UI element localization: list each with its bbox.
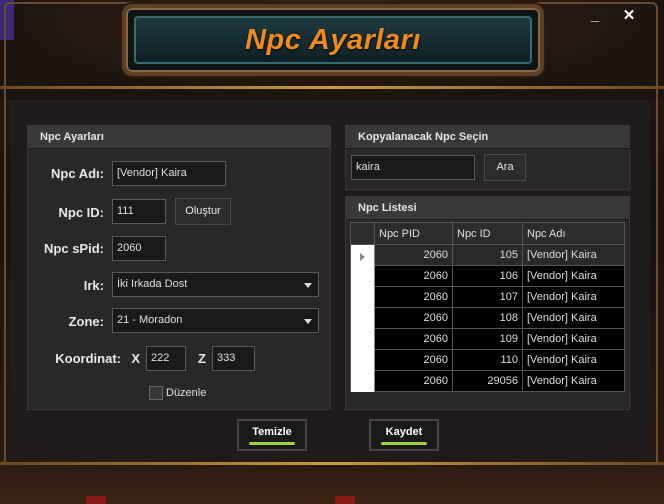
cell-name: [Vendor] Kaira: [527, 375, 597, 387]
npc-name-label: Npc Adı:: [51, 166, 104, 181]
race-label: Irk:: [83, 278, 104, 293]
close-button[interactable]: ✕: [620, 8, 638, 24]
create-button[interactable]: Oluştur: [175, 198, 231, 225]
clear-button-underline: [249, 442, 295, 445]
x-coordinate-field[interactable]: 222: [146, 346, 186, 371]
edit-checkbox[interactable]: [149, 386, 163, 400]
window-frame: Npc Ayarları _ ✕ Npc Ayarları Npc Adı: […: [0, 0, 664, 504]
zone-select[interactable]: 21 - Moradon: [112, 308, 319, 333]
coordinate-label: Koordinat:: [55, 351, 121, 366]
cell-pid: 2060: [375, 287, 453, 307]
x-label: X: [131, 351, 140, 366]
zone-select-value: 21 - Moradon: [117, 314, 183, 326]
row-header-column: [351, 245, 375, 392]
cell-id: 107: [453, 287, 523, 307]
title-plate: Npc Ayarları: [122, 4, 544, 76]
edit-checkbox-label: Düzenle: [166, 387, 207, 399]
cell-id: 110: [453, 350, 523, 370]
cell-id: 106: [453, 266, 523, 286]
cell-pid: 2060: [375, 371, 453, 391]
column-header-id[interactable]: Npc ID: [453, 223, 523, 245]
cell-name: [Vendor] Kaira: [527, 333, 597, 345]
z-coordinate-field[interactable]: 333: [212, 346, 255, 371]
table-row[interactable]: 2060 109 [Vendor] Kaira: [375, 329, 624, 350]
grid-corner: [351, 223, 375, 245]
cell-id: 109: [453, 329, 523, 349]
race-select-value: İki Irkada Dost: [117, 278, 188, 290]
cell-pid: 2060: [375, 329, 453, 349]
npc-id-field[interactable]: 111: [112, 199, 166, 224]
table-row[interactable]: 2060 107 [Vendor] Kaira: [375, 287, 624, 308]
table-row[interactable]: 2060 108 [Vendor] Kaira: [375, 308, 624, 329]
frame-bottom-red-accent: [335, 496, 355, 504]
window-title: Npc Ayarları: [245, 23, 421, 56]
npc-settings-group: Npc Ayarları Npc Adı: [Vendor] Kaira Npc…: [27, 125, 331, 410]
npc-name-field[interactable]: [Vendor] Kaira: [112, 161, 226, 186]
cell-name: [Vendor] Kaira: [527, 270, 597, 282]
npc-search-input[interactable]: kaira: [351, 155, 475, 180]
current-row-arrow-icon: [360, 253, 365, 261]
npc-list-header: Npc Listesi: [346, 197, 629, 220]
cell-name: [Vendor] Kaira: [527, 354, 597, 366]
chevron-down-icon: [304, 283, 312, 288]
npc-list-group: Npc Listesi Npc PID Npc ID Npc Adı 2060 …: [345, 196, 630, 410]
cell-name: [Vendor] Kaira: [527, 312, 597, 324]
npc-settings-header: Npc Ayarları: [28, 126, 330, 149]
cell-id: 29056: [453, 371, 523, 391]
frame-bottom-red-accent: [86, 496, 106, 504]
minimize-button[interactable]: _: [586, 8, 604, 24]
npc-id-label: Npc ID:: [58, 205, 105, 220]
cell-pid: 2060: [375, 266, 453, 286]
cell-name: [Vendor] Kaira: [527, 249, 597, 261]
cell-pid: 2060: [375, 245, 453, 265]
grid-header: Npc PID Npc ID Npc Adı: [351, 223, 624, 245]
cell-name: [Vendor] Kaira: [527, 291, 597, 303]
table-row[interactable]: 2060 29056 [Vendor] Kaira: [375, 371, 624, 392]
column-header-pid[interactable]: Npc PID: [375, 223, 453, 245]
table-row[interactable]: 2060 106 [Vendor] Kaira: [375, 266, 624, 287]
save-button-underline: [381, 442, 427, 445]
z-label: Z: [198, 351, 206, 366]
copy-npc-header: Kopyalanacak Npc Seçin: [346, 126, 629, 149]
table-row[interactable]: 2060 110 [Vendor] Kaira: [375, 350, 624, 371]
title-inner: Npc Ayarları: [134, 16, 532, 64]
search-button[interactable]: Ara: [484, 154, 526, 181]
cell-id: 108: [453, 308, 523, 328]
table-row[interactable]: 2060 105 [Vendor] Kaira: [375, 245, 624, 266]
column-header-name[interactable]: Npc Adı: [523, 223, 624, 245]
cell-pid: 2060: [375, 308, 453, 328]
cell-id: 105: [453, 245, 523, 265]
copy-npc-group: Kopyalanacak Npc Seçin kaira Ara: [345, 125, 630, 190]
frame-gold-trim: [0, 462, 664, 465]
chevron-down-icon: [304, 319, 312, 324]
cell-pid: 2060: [375, 350, 453, 370]
content-panel: Npc Ayarları Npc Adı: [Vendor] Kaira Npc…: [10, 100, 650, 458]
npc-list-grid: Npc PID Npc ID Npc Adı 2060 105 [Vendor]…: [350, 222, 625, 392]
zone-label: Zone:: [68, 314, 104, 329]
save-button-label: Kaydet: [385, 426, 423, 438]
npc-spid-field[interactable]: 2060: [112, 236, 166, 261]
save-button[interactable]: Kaydet: [369, 419, 439, 451]
clear-button[interactable]: Temizle: [237, 419, 307, 451]
clear-button-label: Temizle: [252, 426, 292, 438]
race-select[interactable]: İki Irkada Dost: [112, 272, 319, 297]
npc-spid-label: Npc sPid:: [44, 241, 104, 256]
